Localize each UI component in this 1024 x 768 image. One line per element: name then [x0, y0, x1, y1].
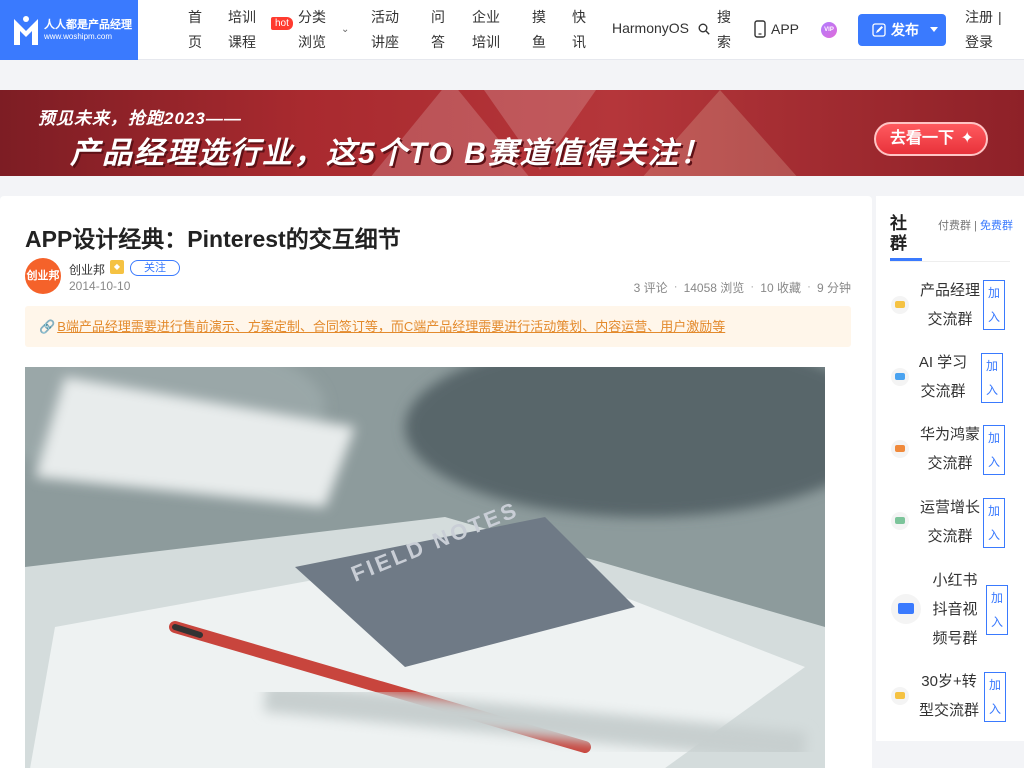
search-icon[interactable]	[698, 23, 710, 35]
chat-icon	[891, 440, 909, 458]
cursor-click-icon: ✦	[960, 130, 974, 147]
nav-training[interactable]: 培训课程	[227, 5, 257, 55]
chat-icon	[891, 512, 909, 530]
logo-name: 人人都是产品经理	[44, 19, 132, 32]
group-name: AI 学习交流群	[918, 354, 968, 400]
group-name: 小红书抖音视频号群	[932, 572, 978, 647]
publish-button[interactable]: 发布	[858, 14, 946, 46]
nav-news[interactable]: 快讯	[571, 5, 587, 55]
favorite-count[interactable]: 10 收藏	[760, 279, 801, 296]
promo-banner[interactable]: 预见未来，抢跑2023—— 产品经理选行业，这5个TO B赛道值得关注！ 去看一…	[0, 90, 1024, 176]
chat-icon	[891, 687, 909, 705]
auth-separator: |	[998, 9, 1002, 25]
nav-events[interactable]: 活动讲座	[370, 5, 400, 55]
nav-enterprise[interactable]: 企业培训	[471, 5, 501, 55]
tip-link[interactable]: B端产品经理需要进行售前演示、方案定制、合同签订等，而C端产品经理需要进行活动策…	[57, 319, 725, 334]
banner-cta-button[interactable]: 去看一下 ✦	[874, 122, 988, 156]
join-group-button[interactable]: 加入	[986, 585, 1008, 635]
banner-tagline: 预见未来，抢跑2023——	[38, 109, 242, 128]
nav-qa[interactable]: 问答	[430, 5, 446, 55]
site-logo[interactable]: 人人都是产品经理 www.woshipm.com	[0, 0, 138, 60]
banner-headline: 产品经理选行业，这5个TO B赛道值得关注！	[70, 137, 712, 170]
chat-icon	[891, 594, 921, 624]
app-label: APP	[771, 21, 800, 37]
read-time: 9 分钟	[816, 281, 851, 295]
phone-icon	[754, 20, 766, 38]
top-header: 人人都是产品经理 www.woshipm.com 首页 培训课程 hot 分类浏…	[0, 0, 1024, 60]
meta-separator: ·	[806, 279, 811, 293]
search-label[interactable]: 搜索	[716, 5, 732, 55]
chat-icon	[891, 296, 909, 314]
join-group-button[interactable]: 加入	[981, 353, 1003, 403]
group-name: 产品经理交流群	[919, 282, 980, 328]
nav-harmonyos[interactable]: HarmonyOS	[612, 20, 689, 36]
article-stats: 3 评论 · 14058 浏览 · 10 收藏 · 9 分钟	[634, 279, 851, 296]
vip-icon[interactable]: VIP	[821, 22, 837, 38]
article-card: APP设计经典：Pinterest的交互细节 创业邦 创业邦 ◆ 关注 2014…	[0, 196, 872, 768]
sidebar-heading: 社群	[890, 214, 907, 253]
hot-badge: hot	[271, 17, 293, 30]
author-name[interactable]: 创业邦	[69, 261, 105, 278]
edit-icon	[872, 23, 886, 37]
tip-bar[interactable]: 🔗 B端产品经理需要进行售前演示、方案定制、合同签订等，而C端产品经理需要进行活动…	[25, 306, 851, 347]
verified-badge-icon: ◆	[110, 260, 124, 274]
article-cover-image: FIELD NOTES	[25, 367, 825, 768]
follow-button[interactable]: 关注	[130, 260, 180, 276]
nav-moyu[interactable]: 摸鱼	[531, 5, 547, 55]
nav-categories[interactable]: 分类浏览	[297, 5, 327, 55]
tab-paid-groups[interactable]: 付费群	[938, 220, 971, 232]
join-group-button[interactable]: 加入	[983, 498, 1005, 548]
register-link[interactable]: 注册	[965, 5, 995, 30]
logo-m-icon	[14, 16, 38, 45]
tab-separator: |	[974, 220, 977, 232]
banner-cta-label: 去看一下	[890, 130, 955, 147]
app-download-link[interactable]: APP	[754, 20, 799, 38]
group-name: 30岁+转型交流群	[918, 673, 979, 719]
caret-down-icon	[930, 27, 938, 32]
community-sidebar: 社群 付费群 | 免费群 产品经理交流群 加入 AI 学习交流群 加入 华为鸿蒙…	[876, 196, 1024, 741]
sidebar-tabs: 付费群 | 免费群	[938, 220, 1016, 233]
tab-free-groups[interactable]: 免费群	[980, 220, 1013, 232]
publish-date: 2014-10-10	[69, 279, 131, 293]
publish-label: 发布	[891, 22, 919, 38]
meta-separator: ·	[750, 279, 755, 293]
comment-count[interactable]: 3 评论	[634, 279, 668, 296]
divider	[890, 261, 1010, 262]
group-name: 华为鸿蒙交流群	[919, 426, 980, 472]
logo-url: www.woshipm.com	[44, 31, 113, 41]
join-group-button[interactable]: 加入	[983, 425, 1005, 475]
article-title: APP设计经典：Pinterest的交互细节	[25, 226, 401, 252]
cover-photo: FIELD NOTES	[25, 367, 825, 768]
view-count: 14058 浏览	[683, 281, 745, 295]
link-icon: 🔗	[39, 319, 56, 334]
login-link[interactable]: 登录	[965, 30, 995, 55]
join-group-button[interactable]: 加入	[984, 672, 1006, 722]
group-name: 运营增长交流群	[919, 499, 980, 545]
author-avatar[interactable]: 创业邦	[25, 258, 61, 294]
chevron-down-icon[interactable]: ⌄	[341, 24, 349, 35]
nav-home[interactable]: 首页	[187, 5, 203, 55]
meta-separator: ·	[673, 279, 678, 293]
join-group-button[interactable]: 加入	[983, 280, 1005, 330]
chat-icon	[891, 368, 909, 386]
